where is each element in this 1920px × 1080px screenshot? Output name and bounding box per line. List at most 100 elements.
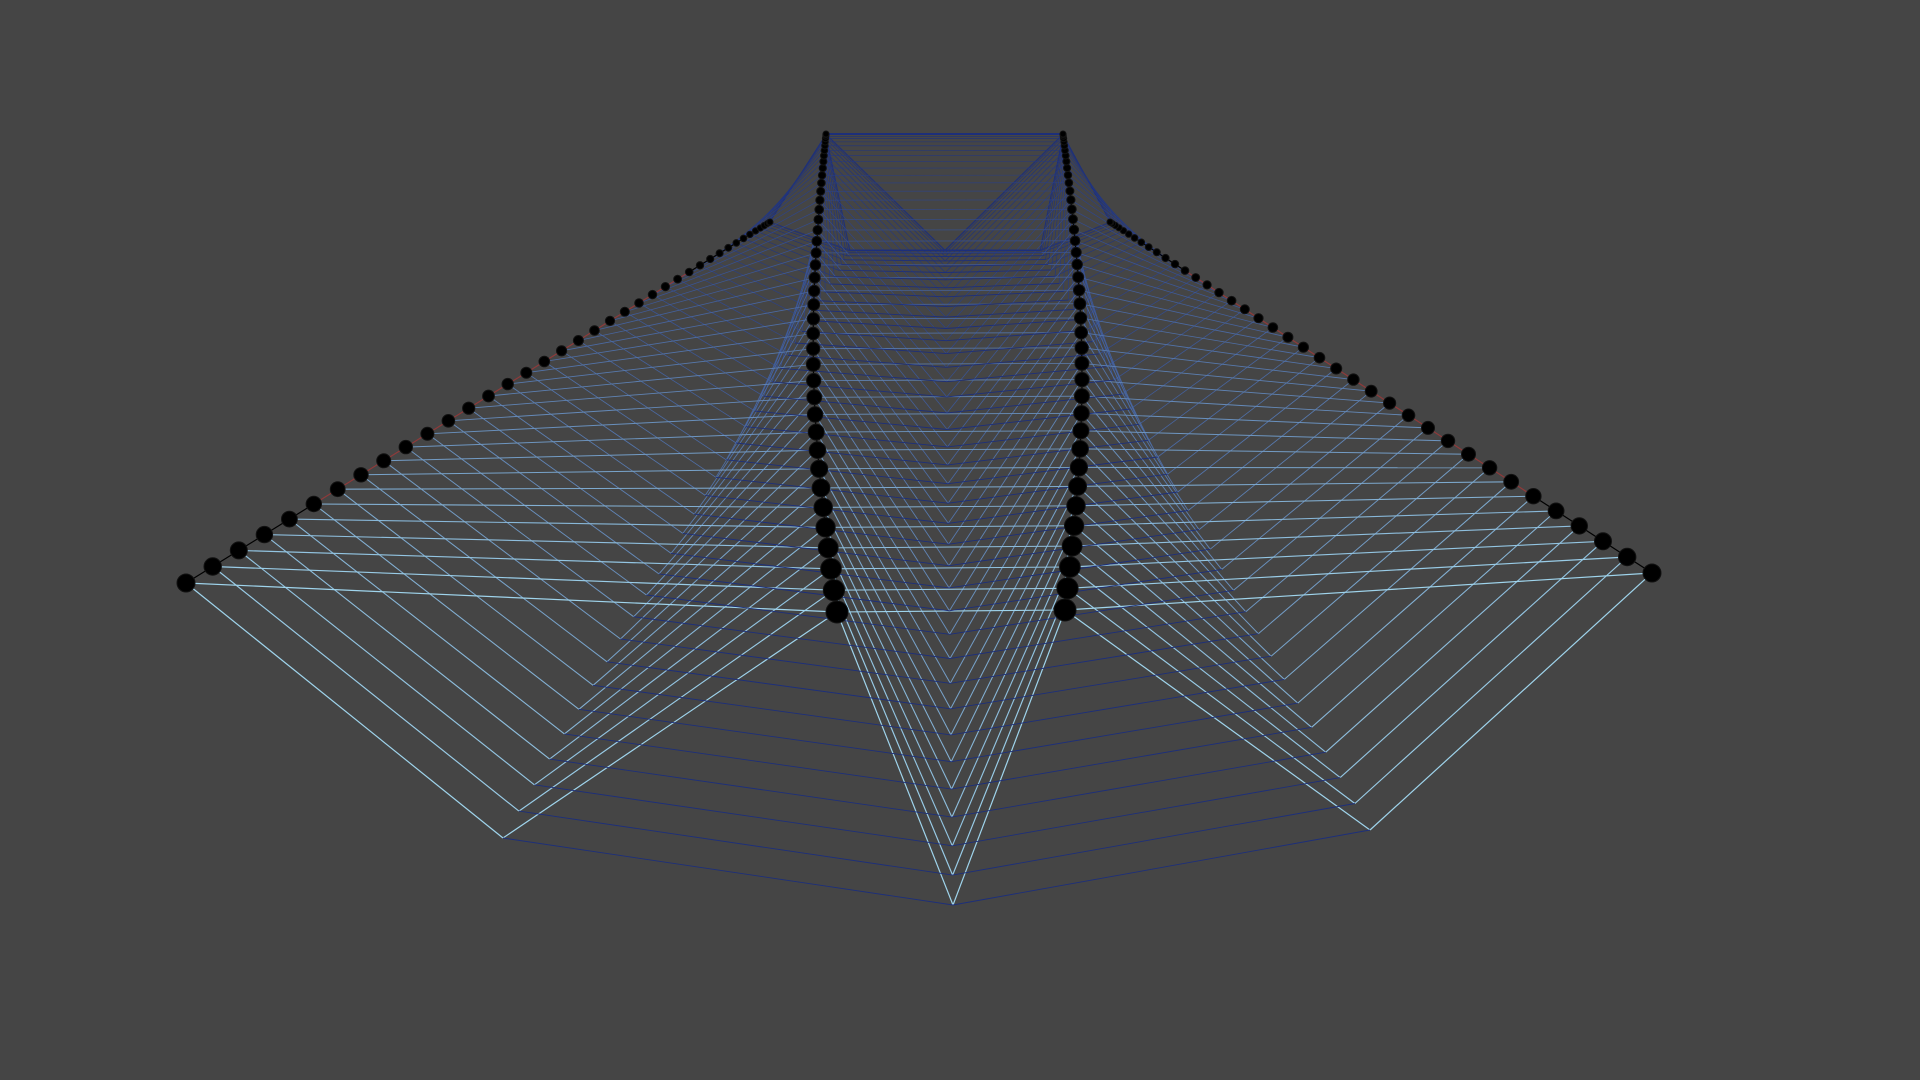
node-marker[interactable] bbox=[255, 525, 274, 544]
node-marker[interactable] bbox=[811, 478, 831, 498]
node-marker[interactable] bbox=[572, 335, 584, 346]
node-marker[interactable] bbox=[813, 497, 833, 518]
node-marker[interactable] bbox=[1066, 496, 1086, 516]
node-marker[interactable] bbox=[822, 130, 830, 138]
node-marker[interactable] bbox=[808, 271, 821, 284]
node-marker[interactable] bbox=[1072, 271, 1085, 284]
node-marker[interactable] bbox=[398, 439, 413, 455]
node-marker[interactable] bbox=[229, 541, 248, 560]
node-marker[interactable] bbox=[589, 325, 600, 336]
node-marker[interactable] bbox=[809, 259, 822, 271]
node-marker[interactable] bbox=[1065, 186, 1075, 196]
node-marker[interactable] bbox=[1253, 313, 1264, 324]
node-marker[interactable] bbox=[1525, 488, 1542, 505]
node-marker[interactable] bbox=[660, 282, 671, 292]
node-marker[interactable] bbox=[376, 453, 392, 469]
node-marker[interactable] bbox=[806, 326, 821, 341]
node-marker[interactable] bbox=[1364, 384, 1378, 398]
node-marker[interactable] bbox=[732, 239, 741, 247]
node-marker[interactable] bbox=[806, 341, 821, 356]
node-marker[interactable] bbox=[1074, 356, 1090, 371]
node-marker[interactable] bbox=[817, 537, 839, 559]
node-marker[interactable] bbox=[203, 557, 222, 576]
node-marker[interactable] bbox=[1313, 351, 1326, 364]
node-marker[interactable] bbox=[556, 345, 568, 357]
node-marker[interactable] bbox=[1074, 325, 1088, 340]
node-marker[interactable] bbox=[1061, 535, 1083, 557]
node-marker[interactable] bbox=[1106, 218, 1114, 226]
node-marker[interactable] bbox=[817, 178, 826, 188]
node-marker[interactable] bbox=[806, 389, 823, 406]
node-marker[interactable] bbox=[501, 377, 514, 391]
node-marker[interactable] bbox=[1440, 433, 1456, 449]
node-marker[interactable] bbox=[1170, 259, 1180, 269]
node-marker[interactable] bbox=[695, 261, 705, 270]
node-marker[interactable] bbox=[1282, 331, 1294, 343]
node-marker[interactable] bbox=[822, 579, 846, 602]
node-marker[interactable] bbox=[806, 373, 822, 389]
node-marker[interactable] bbox=[1202, 280, 1212, 290]
node-marker[interactable] bbox=[1421, 420, 1435, 435]
node-marker[interactable] bbox=[1401, 408, 1416, 423]
node-marker[interactable] bbox=[1239, 304, 1250, 315]
node-marker[interactable] bbox=[805, 357, 821, 372]
node-marker[interactable] bbox=[1180, 266, 1190, 275]
node-marker[interactable] bbox=[684, 267, 694, 277]
node-marker[interactable] bbox=[766, 218, 774, 226]
node-marker[interactable] bbox=[1071, 440, 1089, 458]
node-marker[interactable] bbox=[1137, 238, 1146, 247]
node-marker[interactable] bbox=[706, 254, 715, 264]
node-marker[interactable] bbox=[1070, 246, 1082, 258]
node-marker[interactable] bbox=[1063, 163, 1072, 173]
node-marker[interactable] bbox=[817, 171, 827, 180]
node-marker[interactable] bbox=[715, 249, 724, 258]
3d-viewport[interactable] bbox=[0, 0, 1920, 1080]
node-marker[interactable] bbox=[353, 467, 369, 483]
node-marker[interactable] bbox=[739, 234, 748, 243]
node-marker[interactable] bbox=[1191, 273, 1201, 282]
node-marker[interactable] bbox=[1383, 396, 1397, 410]
node-marker[interactable] bbox=[1297, 341, 1310, 353]
node-marker[interactable] bbox=[1152, 248, 1161, 257]
truss-wireframe-scene[interactable] bbox=[0, 0, 1920, 1080]
node-marker[interactable] bbox=[1068, 214, 1078, 225]
node-marker[interactable] bbox=[807, 298, 821, 312]
node-marker[interactable] bbox=[329, 481, 346, 498]
node-marker[interactable] bbox=[1461, 446, 1476, 462]
node-marker[interactable] bbox=[1067, 204, 1077, 215]
node-marker[interactable] bbox=[1074, 340, 1089, 355]
node-marker[interactable] bbox=[305, 495, 322, 513]
node-marker[interactable] bbox=[1066, 195, 1076, 205]
node-marker[interactable] bbox=[1073, 405, 1090, 422]
node-marker[interactable] bbox=[810, 459, 829, 478]
node-marker[interactable] bbox=[816, 186, 826, 196]
node-marker[interactable] bbox=[1064, 515, 1085, 536]
node-marker[interactable] bbox=[1068, 224, 1080, 235]
node-marker[interactable] bbox=[820, 558, 842, 580]
node-marker[interactable] bbox=[634, 298, 644, 308]
node-marker[interactable] bbox=[176, 573, 196, 593]
node-marker[interactable] bbox=[1161, 253, 1170, 263]
node-marker[interactable] bbox=[807, 423, 825, 441]
node-marker[interactable] bbox=[281, 510, 298, 528]
node-marker[interactable] bbox=[1074, 311, 1088, 325]
node-marker[interactable] bbox=[1226, 295, 1237, 306]
node-marker[interactable] bbox=[420, 426, 435, 441]
node-marker[interactable] bbox=[815, 195, 825, 205]
node-marker[interactable] bbox=[811, 235, 823, 247]
node-marker[interactable] bbox=[1144, 243, 1153, 252]
node-marker[interactable] bbox=[825, 600, 849, 624]
node-marker[interactable] bbox=[1071, 258, 1083, 271]
node-marker[interactable] bbox=[812, 225, 823, 236]
node-marker[interactable] bbox=[1130, 234, 1139, 242]
node-marker[interactable] bbox=[813, 214, 824, 225]
node-marker[interactable] bbox=[815, 517, 836, 538]
node-marker[interactable] bbox=[810, 247, 822, 259]
node-marker[interactable] bbox=[1594, 532, 1612, 551]
node-marker[interactable] bbox=[604, 315, 616, 326]
node-marker[interactable] bbox=[806, 406, 824, 423]
node-marker[interactable] bbox=[1481, 460, 1498, 476]
node-marker[interactable] bbox=[1570, 517, 1589, 535]
node-marker[interactable] bbox=[673, 274, 682, 284]
node-marker[interactable] bbox=[1056, 577, 1079, 600]
